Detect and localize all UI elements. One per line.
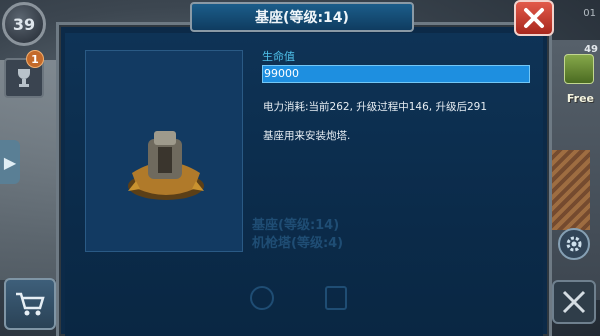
health-label: 生命值: [262, 50, 295, 63]
background-bridge: [546, 150, 590, 230]
building-image-frame: [85, 50, 243, 252]
settings-button[interactable]: [558, 228, 590, 260]
dimmed-info-icon: [250, 286, 274, 310]
building-description: 基座用来安装炮塔.: [263, 130, 351, 142]
power-consumption-text: 电力消耗:当前262, 升级过程中146, 升级后291: [263, 101, 488, 113]
trophy-badge-count: 1: [31, 52, 39, 66]
dimmed-upgrade-icon: [325, 286, 347, 310]
player-level-value: 39: [12, 14, 36, 34]
close-button[interactable]: [514, 0, 554, 36]
shop-button[interactable]: [4, 278, 56, 330]
attack-button[interactable]: [552, 280, 596, 324]
crossed-swords-icon: [562, 290, 586, 314]
player-level-badge[interactable]: 39: [2, 2, 46, 46]
health-value: 99000: [264, 67, 299, 80]
health-bar: [262, 65, 530, 83]
trophy-icon: [18, 69, 30, 87]
top-right-indicator: 01: [583, 8, 596, 19]
dialog-title-bar: 基座(等级:14): [190, 2, 414, 32]
game-screen: 39 1 ▶ 01 49 Free 基座(等级:14) 生命值 99000 电力…: [0, 0, 600, 336]
free-label[interactable]: Free: [567, 92, 594, 105]
turret-base-icon: [128, 131, 204, 200]
trophy-notification-badge: 1: [26, 50, 44, 68]
gear-icon: [566, 236, 582, 252]
chevron-right-icon: ▶: [3, 152, 17, 172]
background-ghost-text-1: 基座(等级:14): [252, 218, 340, 233]
expand-side-arrow[interactable]: ▶: [0, 140, 20, 184]
shopping-cart-icon: [16, 292, 45, 316]
cash-icon[interactable]: [564, 54, 594, 84]
close-icon: [524, 8, 544, 28]
background-ghost-text-2: 机枪塔(等级:4): [252, 236, 344, 251]
dialog-title: 基座(等级:14): [255, 10, 349, 26]
